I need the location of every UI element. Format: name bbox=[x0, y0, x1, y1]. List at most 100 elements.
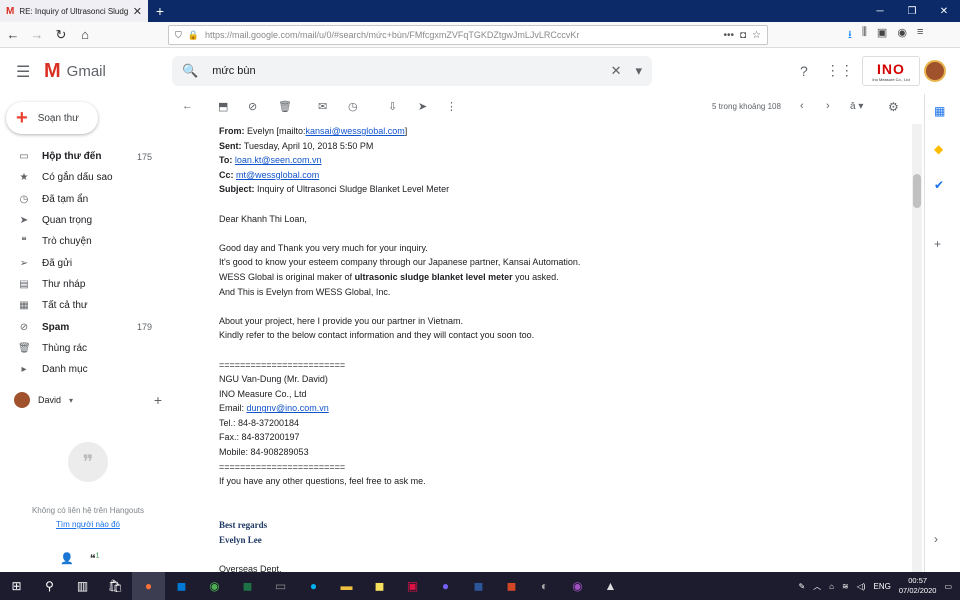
paint-icon[interactable]: ◐ bbox=[528, 572, 561, 600]
back-to-search-icon[interactable]: ← bbox=[182, 100, 193, 112]
apps-grid-icon[interactable]: ⋮⋮ bbox=[826, 62, 854, 79]
to-email-link[interactable]: loan.kt@seen.com.vn bbox=[235, 155, 322, 165]
input-tools-icon[interactable]: ā ▾ bbox=[850, 101, 863, 112]
sidebar-item-trash[interactable]: 🗑 Thùng rác bbox=[0, 338, 170, 359]
app-icon[interactable]: ◉ bbox=[561, 572, 594, 600]
archive-icon[interactable]: ⬒ bbox=[218, 100, 228, 113]
chevron-down-icon[interactable]: ▾ bbox=[69, 396, 73, 405]
sidebar-item-snoozed[interactable]: ◷ Đã tạm ẩn bbox=[0, 189, 170, 210]
network-icon[interactable]: ⌂ bbox=[829, 582, 834, 591]
add-addon-icon[interactable]: + bbox=[934, 237, 941, 251]
snooze-icon[interactable]: ◷ bbox=[348, 100, 358, 113]
back-icon[interactable]: ← bbox=[6, 27, 20, 42]
clear-search-icon[interactable]: ✕ bbox=[611, 63, 622, 79]
hamburger-menu-icon[interactable]: ≡ bbox=[917, 26, 923, 45]
sidebar-item-all-mail[interactable]: ▦ Tất cả thư bbox=[0, 295, 170, 316]
pocket-icon[interactable]: ◘ bbox=[740, 30, 746, 41]
content-scrollbar[interactable] bbox=[912, 124, 922, 572]
browser-tab[interactable]: M RE: Inquiry of Ultrasonci Sludge ✕ bbox=[0, 0, 148, 22]
forward-icon[interactable]: → bbox=[30, 27, 44, 42]
minimize-icon[interactable]: ─ bbox=[864, 0, 896, 22]
outlook-icon[interactable]: ◼ bbox=[165, 572, 198, 600]
expand-panel-icon[interactable]: › bbox=[934, 532, 938, 546]
main-menu-icon[interactable]: ☰ bbox=[16, 62, 30, 82]
keep-icon[interactable]: ◆ bbox=[934, 142, 943, 156]
cc-email-link[interactable]: mt@wessglobal.com bbox=[236, 170, 319, 180]
account-icon[interactable]: ◉ bbox=[897, 26, 907, 45]
contacts-icon[interactable]: 👤 bbox=[60, 552, 74, 565]
bookmark-star-icon[interactable]: ☆ bbox=[752, 30, 761, 41]
report-spam-icon[interactable]: ⊘ bbox=[248, 100, 257, 113]
reload-icon[interactable]: ↻ bbox=[54, 27, 68, 43]
new-tab-button[interactable]: + bbox=[148, 0, 172, 22]
language-indicator[interactable]: ENG bbox=[874, 582, 891, 591]
chrome-icon[interactable]: ◉ bbox=[198, 572, 231, 600]
page-actions-icon[interactable]: ••• bbox=[723, 30, 734, 41]
find-someone-link[interactable]: Tìm người nào đó bbox=[56, 520, 120, 529]
add-contact-icon[interactable]: + bbox=[154, 392, 162, 408]
hangouts-icon[interactable]: ❝1 bbox=[90, 552, 100, 565]
sidebar-item-spam[interactable]: ⊘ Spam 179 bbox=[0, 316, 170, 337]
calendar-icon[interactable]: ▦ bbox=[934, 104, 945, 118]
search-options-icon[interactable]: ▾ bbox=[635, 63, 642, 79]
notifications-icon[interactable]: ▭ bbox=[944, 582, 952, 591]
photos-icon[interactable]: ▲ bbox=[594, 572, 627, 600]
pen-icon[interactable]: ✎ bbox=[798, 582, 805, 591]
tasks-icon[interactable]: ✔ bbox=[934, 178, 944, 192]
label-as-icon[interactable]: ➤ bbox=[418, 100, 427, 113]
scrollbar-thumb[interactable] bbox=[913, 174, 921, 208]
sidebar-item-inbox[interactable]: ▭ Hộp thư đến 175 bbox=[0, 146, 170, 167]
sidebar-item-important[interactable]: ➤ Quan trọng bbox=[0, 210, 170, 231]
sidebar-item-starred[interactable]: ★ Có gắn dấu sao bbox=[0, 167, 170, 188]
org-logo[interactable]: INO Ino Measure Co., Ltd bbox=[862, 56, 920, 86]
clock[interactable]: 00:57 07/02/2020 bbox=[899, 576, 937, 596]
settings-gear-icon[interactable]: ⚙ bbox=[888, 100, 899, 114]
store-icon[interactable]: 🛍 bbox=[99, 572, 132, 600]
next-page-icon[interactable]: › bbox=[826, 100, 830, 112]
move-to-icon[interactable]: ⇩ bbox=[388, 100, 397, 113]
windows-start-icon[interactable]: ⊞ bbox=[0, 572, 33, 600]
gmail-logo[interactable]: M Gmail bbox=[44, 60, 106, 83]
word-icon[interactable]: ◼ bbox=[462, 572, 495, 600]
from-email-link[interactable]: kansai@wessglobal.com bbox=[306, 126, 405, 136]
search-icon[interactable]: 🔍 bbox=[182, 63, 198, 79]
window-close-icon[interactable]: ✕ bbox=[928, 0, 960, 22]
explorer-icon[interactable]: ▬ bbox=[330, 572, 363, 600]
download-icon[interactable]: ⭳ bbox=[848, 26, 852, 45]
compose-button[interactable]: + Soạn thư bbox=[6, 102, 98, 134]
viber-icon[interactable]: ● bbox=[429, 572, 462, 600]
sticky-notes-icon[interactable]: ◼ bbox=[363, 572, 396, 600]
task-view-icon[interactable]: ▥ bbox=[66, 572, 99, 600]
sidebar-icon[interactable]: ▣ bbox=[877, 26, 887, 45]
contact-email-link[interactable]: dungnv@ino.com.vn bbox=[247, 403, 329, 413]
sidebar-item-sent[interactable]: ➢ Đã gửi bbox=[0, 252, 170, 273]
sidebar-item-categories[interactable]: ▸ Danh mục bbox=[0, 359, 170, 380]
folder-icon[interactable]: ▭ bbox=[264, 572, 297, 600]
more-options-icon[interactable]: ⋮ bbox=[446, 100, 457, 113]
prev-page-icon[interactable]: ‹ bbox=[800, 100, 804, 112]
wifi-icon[interactable]: ≋ bbox=[842, 582, 849, 591]
url-text[interactable]: https://mail.google.com/mail/u/0/#search… bbox=[205, 30, 717, 40]
tray-expand-icon[interactable]: ︿ bbox=[813, 581, 821, 592]
delete-icon[interactable]: 🗑 bbox=[278, 100, 292, 113]
volume-icon[interactable]: ◁) bbox=[857, 582, 866, 591]
hangouts-user[interactable]: David ▾ + bbox=[14, 392, 162, 408]
help-icon[interactable]: ? bbox=[800, 63, 808, 79]
sidebar-item-chats[interactable]: ❝ Trò chuyện bbox=[0, 231, 170, 252]
restore-icon[interactable]: ❐ bbox=[896, 0, 928, 22]
powerpoint-icon[interactable]: ◼ bbox=[495, 572, 528, 600]
home-icon[interactable]: ⌂ bbox=[78, 27, 92, 42]
taskbar-search-icon[interactable]: ⚲ bbox=[33, 572, 66, 600]
mark-unread-icon[interactable]: ✉ bbox=[318, 100, 327, 113]
search-bar[interactable]: 🔍 mức bùn ✕ ▾ bbox=[172, 56, 652, 86]
firefox-icon[interactable]: ● bbox=[132, 572, 165, 600]
account-avatar[interactable] bbox=[924, 60, 946, 82]
app-grid-icon[interactable]: ▣ bbox=[396, 572, 429, 600]
tab-close-icon[interactable]: ✕ bbox=[133, 5, 142, 18]
sidebar-item-drafts[interactable]: ▤ Thư nháp bbox=[0, 274, 170, 295]
search-input[interactable]: mức bùn bbox=[212, 65, 596, 77]
url-bar[interactable]: ⛉ 🔒 https://mail.google.com/mail/u/0/#se… bbox=[168, 25, 768, 45]
skype-icon[interactable]: ● bbox=[297, 572, 330, 600]
excel-icon[interactable]: ◼ bbox=[231, 572, 264, 600]
library-icon[interactable]: ⫼ bbox=[862, 26, 867, 45]
